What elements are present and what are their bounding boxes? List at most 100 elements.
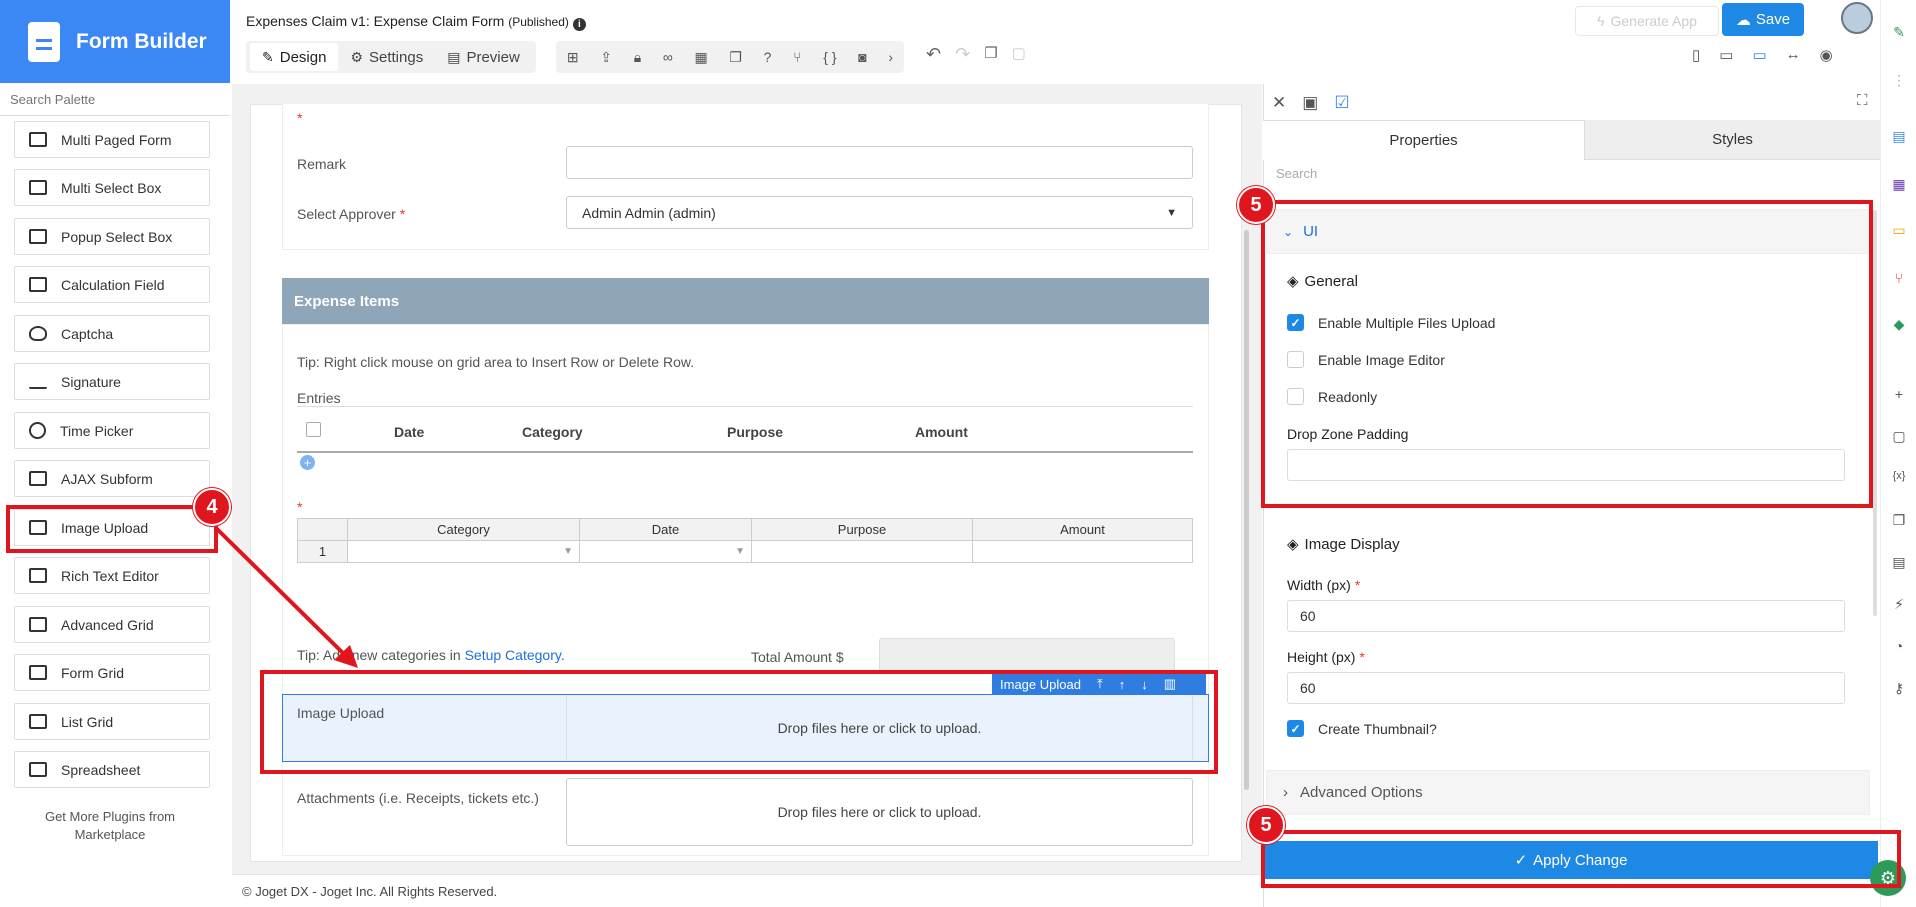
form-icon [29, 132, 47, 147]
create-thumbnail-checkbox[interactable]: ✓ Create Thumbnail? [1287, 720, 1437, 737]
palette-item-form-grid[interactable]: Form Grid [14, 654, 210, 691]
apply-change-button[interactable]: ✓ Apply Change [1264, 841, 1878, 879]
binoculars-icon[interactable]: ∞ [663, 49, 673, 65]
arrow-down-icon[interactable]: ↓ [1141, 677, 1148, 692]
section-header: Expense Items [282, 278, 1209, 324]
tab-styles[interactable]: Styles [1585, 120, 1880, 160]
plugin-icon[interactable]: ⚡︎ [1891, 596, 1907, 612]
palette-item-signature[interactable]: Signature [14, 363, 210, 400]
palette-item-rich-text-editor[interactable]: Rich Text Editor [14, 557, 210, 594]
builder-tabs: ✎ Design ⚙ Settings ▤ Preview [246, 41, 536, 73]
copy-icon[interactable]: ❐ [729, 49, 742, 66]
tab-properties[interactable]: Properties [1263, 120, 1585, 160]
copy-icon[interactable]: ❐ [1891, 512, 1907, 528]
width-input[interactable]: 60 [1287, 600, 1845, 632]
settings-gear-icon[interactable]: ⚙ [1870, 860, 1906, 896]
advanced-options-header[interactable]: › Advanced Options [1266, 770, 1870, 815]
info-icon[interactable]: i [572, 18, 586, 31]
canvas-scrollbar[interactable] [1244, 230, 1249, 790]
delete-icon[interactable]: ▥ [1164, 676, 1176, 692]
palette-item-captcha[interactable]: Captcha [14, 315, 210, 352]
duplicate-icon[interactable]: ❐ [984, 44, 997, 65]
layers-icon: ◈ [1287, 273, 1299, 290]
variable-icon[interactable]: {x} [1891, 468, 1907, 484]
laptop-icon[interactable]: ▭ [1752, 46, 1766, 64]
lock-icon[interactable]: 🔒︎ [634, 49, 641, 66]
mobile-icon[interactable]: ▯ [1692, 46, 1700, 64]
close-icon[interactable]: ✕ [1272, 93, 1286, 113]
tab-settings[interactable]: ⚙ Settings [338, 43, 435, 71]
readonly-checkbox[interactable]: Readonly [1287, 388, 1377, 405]
redo-icon[interactable]: ↷ [955, 44, 970, 65]
approver-select[interactable]: Admin Admin (admin) ▼ [566, 196, 1193, 229]
grid-cell[interactable] [751, 540, 973, 563]
palette-item-multi-select-box[interactable]: Multi Select Box [14, 169, 210, 206]
palette-item-spreadsheet[interactable]: Spreadsheet [14, 751, 210, 788]
avatar[interactable] [1841, 2, 1873, 34]
file-icon[interactable]: ▤ [1891, 554, 1907, 570]
enable-image-editor-checkbox[interactable]: Enable Image Editor [1287, 351, 1445, 368]
palette-icon[interactable]: ◉ [1820, 46, 1833, 64]
palette-item-popup-select-box[interactable]: Popup Select Box [14, 218, 210, 255]
step-badge-5-apply: 5 [1247, 806, 1285, 844]
move-up-icon[interactable]: ⤒ [1097, 676, 1103, 692]
palette-item-multi-paged-form[interactable]: Multi Paged Form [14, 121, 210, 158]
attachments-dropzone[interactable]: Drop files here or click to upload. [566, 778, 1193, 846]
palette-search-input[interactable] [0, 84, 230, 116]
palette-item-advanced-grid[interactable]: Advanced Grid [14, 606, 210, 643]
note-icon[interactable]: ▢ [1891, 428, 1907, 444]
dashboard-icon[interactable]: ◔ [1891, 638, 1907, 654]
workflow-icon[interactable]: ⑂ [1891, 270, 1907, 286]
drop-zone-padding-input[interactable] [1287, 449, 1845, 481]
paste-icon[interactable]: ▢ [1012, 44, 1026, 65]
tab-design[interactable]: ✎ Design [250, 43, 339, 71]
tablet-icon[interactable]: ▭ [1719, 46, 1733, 64]
chevron-right-icon[interactable]: › [888, 49, 893, 65]
plus-icon[interactable]: + [1891, 386, 1907, 402]
save-icon[interactable]: ▣ [1302, 93, 1318, 113]
properties-search-input[interactable]: Search [1276, 166, 1317, 181]
edit-icon[interactable]: ✎ [1891, 24, 1907, 40]
tree-icon[interactable]: ⊞ [567, 49, 579, 66]
palette-item-image-upload[interactable]: Image Upload [14, 509, 210, 546]
remark-input[interactable] [566, 146, 1193, 179]
image-upload-dropzone[interactable]: Drop files here or click to upload. [566, 696, 1193, 760]
setup-category-link[interactable]: Setup Category [465, 647, 561, 663]
arrow-up-icon[interactable]: ↑ [1119, 677, 1126, 692]
enable-multiple-files-checkbox[interactable]: ✓ Enable Multiple Files Upload [1287, 314, 1495, 331]
properties-scrollbar[interactable] [1873, 210, 1877, 616]
export-icon[interactable]: ⇪ [600, 49, 612, 66]
table-icon[interactable]: ▦ [1891, 176, 1907, 192]
palette-item-list-grid[interactable]: List Grid [14, 703, 210, 740]
paint-icon[interactable]: ◆ [1891, 316, 1907, 332]
document-icon[interactable]: ▤ [1891, 128, 1907, 144]
camera-icon[interactable]: ◙ [858, 49, 866, 65]
ui-section-header[interactable]: ⌄ UI [1266, 209, 1870, 254]
key-icon[interactable]: ⚷ [1891, 680, 1907, 696]
check-icon[interactable]: ☑ [1334, 93, 1349, 113]
generate-app-button[interactable]: ϟ Generate App [1575, 6, 1719, 36]
palette-item-calculation-field[interactable]: Calculation Field [14, 266, 210, 303]
code-icon[interactable]: { } [823, 49, 836, 65]
save-button[interactable]: ☁ Save [1722, 3, 1804, 36]
drag-handle-icon[interactable]: ⋮ [1891, 72, 1907, 88]
table-icon[interactable]: ▦ [695, 49, 708, 66]
help-icon[interactable]: ? [764, 49, 772, 65]
spreadsheet-grid[interactable]: Category Date Purpose Amount 1 ▼ ▼ [297, 518, 1193, 563]
branch-icon[interactable]: ⑂ [793, 49, 801, 65]
fullscreen-icon[interactable]: ⛶ [1857, 92, 1868, 109]
undo-icon[interactable]: ↶ [926, 44, 941, 65]
grid-cell[interactable] [972, 540, 1193, 563]
add-row-icon[interactable]: + [300, 455, 315, 470]
tab-preview[interactable]: ▤ Preview [435, 43, 532, 71]
grid-cell[interactable]: ▼ [579, 540, 752, 563]
expand-horizontal-icon[interactable]: ↔ [1786, 46, 1801, 64]
palette-item-ajax-subform[interactable]: AJAX Subform [14, 460, 210, 497]
palette-item-time-picker[interactable]: Time Picker [14, 412, 210, 449]
select-all-checkbox[interactable] [306, 422, 321, 437]
expense-items-section [282, 324, 1209, 856]
grid-cell[interactable]: ▼ [347, 540, 580, 563]
height-input[interactable]: 60 [1287, 672, 1845, 704]
marketplace-link[interactable]: Get More Plugins from Marketplace [20, 808, 200, 844]
monitor-icon[interactable]: ▭ [1891, 222, 1907, 238]
